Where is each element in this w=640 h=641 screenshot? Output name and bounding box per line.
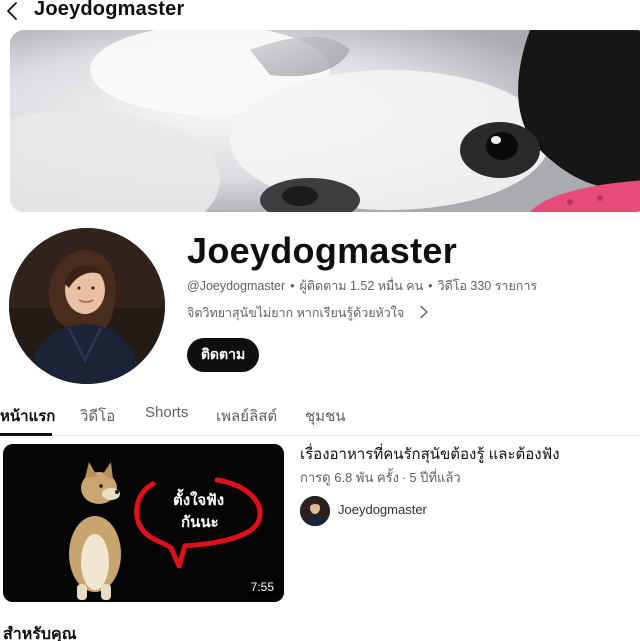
channel-description-text: จิตวิทยาสุนัขไม่ยาก หากเรียนรู้ด้วยหัวใจ: [187, 306, 405, 320]
page-title: Joeydogmaster: [34, 0, 185, 20]
tab-videos[interactable]: วิดีโอ: [80, 404, 115, 428]
chevron-left-icon: [7, 2, 17, 20]
tab-home[interactable]: หน้าแรก: [0, 404, 55, 428]
video-title[interactable]: เรื่องอาหารที่คนรักสุนัขต้องรู้ และต้องฟ…: [300, 442, 560, 466]
section-title: สำหรับคุณ: [3, 626, 77, 641]
active-tab-indicator: [0, 433, 52, 436]
channel-avatar: [9, 228, 165, 384]
video-stats: การดู 6.8 พัน ครั้ง · 5 ปีที่แล้ว: [300, 467, 461, 488]
subscribe-button[interactable]: ติดตาม: [187, 338, 259, 372]
channel-tabs: หน้าแรก วิดีโอ Shorts เพลย์ลิสต์ ชุมชน: [0, 396, 640, 436]
separator-dot: •: [290, 279, 295, 293]
tab-community[interactable]: ชุมชน: [305, 404, 346, 428]
channel-meta: @Joeydogmaster • ผู้ติดตาม 1.52 หมื่น คน • ว…: [187, 276, 537, 296]
video-thumbnail[interactable]: ตั้งใจฟัง กันนะ 7:55: [3, 444, 284, 602]
tab-playlists[interactable]: เพลย์ลิสต์: [216, 404, 277, 428]
channel-handle: @Joeydogmaster: [187, 279, 286, 293]
channel-name: Joeydogmaster: [187, 230, 457, 271]
video-age: 5 ปีที่แล้ว: [409, 470, 461, 485]
video-channel-name[interactable]: Joeydogmaster: [338, 502, 427, 517]
top-bar: Joeydogmaster: [0, 0, 640, 30]
video-count: วิดีโอ 330 รายการ: [437, 279, 538, 293]
thumbnail-caption-line1: ตั้งใจฟัง: [173, 492, 225, 509]
tab-shorts[interactable]: Shorts: [145, 404, 188, 421]
subscriber-count: ผู้ติดตาม 1.52 หมื่น คน: [299, 279, 424, 293]
video-duration: 7:55: [246, 578, 278, 596]
video-channel-avatar[interactable]: [300, 496, 330, 526]
separator-dot: ·: [402, 470, 407, 485]
video-views: การดู 6.8 พัน ครั้ง: [300, 470, 399, 485]
separator-dot: •: [428, 279, 433, 293]
chevron-right-icon: [419, 305, 428, 319]
channel-description[interactable]: จิตวิทยาสุนัขไม่ยาก หากเรียนรู้ด้วยหัวใจ: [187, 303, 430, 323]
thumbnail-caption-line2: กันนะ: [181, 514, 219, 531]
channel-banner: [10, 30, 640, 212]
back-button[interactable]: [2, 0, 26, 24]
